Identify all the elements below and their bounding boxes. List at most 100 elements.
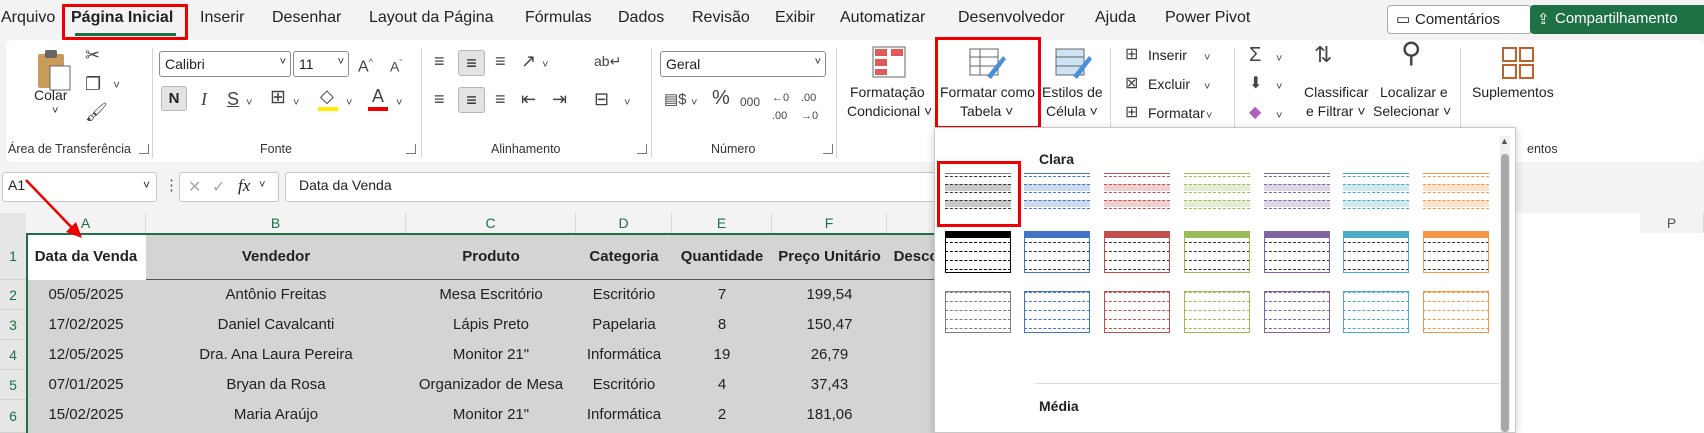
table-cell[interactable]: 12/05/2025 — [26, 340, 146, 370]
insert-function-icon[interactable]: fx — [238, 176, 250, 196]
table-cell[interactable]: 181,06 — [772, 400, 887, 430]
copy-icon[interactable]: ❐ — [85, 75, 101, 93]
delete-cells-label[interactable]: Excluir — [1148, 75, 1190, 94]
chevron-down-icon[interactable]: ˅ — [1276, 78, 1282, 96]
sort-filter-icon[interactable]: ⇅ — [1314, 44, 1332, 66]
borders-icon[interactable]: ⊞ — [270, 88, 286, 107]
table-style-thumbnail[interactable] — [1020, 170, 1092, 220]
table-cell[interactable]: Maria Araújo — [146, 400, 406, 430]
clear-icon[interactable]: ◆ — [1249, 104, 1261, 122]
align-left-icon[interactable]: ≡ — [434, 90, 445, 108]
chevron-down-icon[interactable]: ˅ — [396, 94, 402, 112]
table-header-cell[interactable]: Preço Unitário — [772, 233, 887, 280]
comments-button[interactable]: ▭ Comentários — [1387, 5, 1532, 34]
table-cell[interactable]: Organizador de Mesa — [406, 370, 576, 400]
tab-exibir[interactable]: Exibir — [775, 9, 815, 27]
wrap-text-icon[interactable]: ab↵ — [594, 52, 621, 70]
table-style-thumbnail[interactable] — [1180, 288, 1252, 338]
conditional-label-1[interactable]: Formatação — [850, 83, 925, 102]
formula-input[interactable]: Data da Venda — [285, 172, 1020, 202]
currency-icon[interactable]: ▤$ — [664, 91, 687, 109]
column-header[interactable]: D — [576, 213, 672, 233]
format-painter-icon[interactable]: 🖌 — [85, 103, 108, 121]
table-style-thumbnail[interactable] — [941, 228, 1013, 278]
tab-automatizar[interactable]: Automatizar — [840, 9, 925, 27]
table-style-thumbnail[interactable] — [1419, 170, 1491, 220]
row-header[interactable]: 2 — [0, 280, 26, 310]
gallery-scrollbar[interactable]: ▲ — [1500, 136, 1510, 432]
table-style-thumbnail[interactable] — [941, 288, 1013, 338]
insert-cells-label[interactable]: Inserir — [1148, 46, 1187, 65]
table-cell[interactable]: Escritório — [576, 370, 672, 400]
table-header-cell[interactable]: Produto — [406, 233, 576, 280]
table-cell[interactable]: Mesa Escritório — [406, 280, 576, 310]
align-right-icon[interactable]: ≡ — [495, 90, 506, 108]
table-cell[interactable]: 26,79 — [772, 340, 887, 370]
merge-center-icon[interactable]: ⊟ — [594, 90, 609, 108]
scrollbar-thumb[interactable] — [1501, 154, 1509, 432]
cancel-icon[interactable]: ✕ — [188, 177, 201, 197]
table-style-thumbnail[interactable] — [1020, 288, 1092, 338]
clipboard-launcher-icon[interactable] — [139, 144, 149, 154]
table-style-thumbnail[interactable] — [1339, 170, 1411, 220]
column-header[interactable]: E — [672, 213, 772, 233]
thousands-button[interactable]: 000 — [740, 93, 760, 111]
table-cell[interactable]: 37,43 — [772, 370, 887, 400]
fill-color-icon[interactable]: ◇ — [320, 87, 334, 105]
enter-icon[interactable]: ✓ — [212, 177, 225, 197]
table-cell[interactable]: 17/02/2025 — [26, 310, 146, 340]
chevron-down-icon[interactable]: ˅ — [691, 94, 697, 112]
table-style-thumbnail[interactable] — [1100, 288, 1172, 338]
tab-arquivo[interactable]: Arquivo — [1, 9, 55, 27]
increase-decimal-icon[interactable]: ←0.00 — [772, 89, 789, 125]
table-cell[interactable]: 05/05/2025 — [26, 280, 146, 310]
table-cell[interactable]: 19 — [672, 340, 772, 370]
sort-filter-label-1[interactable]: Classificar — [1304, 83, 1369, 102]
bold-button[interactable]: N — [161, 86, 187, 111]
autosum-icon[interactable]: Σ — [1249, 45, 1261, 65]
table-cell[interactable]: Informática — [576, 340, 672, 370]
find-select-label-1[interactable]: Localizar e — [1380, 83, 1448, 102]
table-cell[interactable]: 07/01/2025 — [26, 370, 146, 400]
chevron-down-icon[interactable]: ˅ — [246, 94, 252, 112]
percent-button[interactable]: % — [712, 88, 730, 108]
tab-desenvolvedor[interactable]: Desenvolvedor — [958, 9, 1065, 27]
align-top-icon[interactable]: ≡ — [434, 52, 445, 70]
table-style-thumbnail[interactable] — [1260, 288, 1332, 338]
table-style-thumbnail[interactable] — [1419, 288, 1491, 338]
chevron-down-icon[interactable]: ˅ — [542, 56, 548, 74]
conditional-formatting-icon[interactable] — [872, 46, 906, 80]
sort-filter-label-2[interactable]: e Filtrar ˅ — [1306, 102, 1366, 121]
cell-styles-label-1[interactable]: Estilos de — [1042, 83, 1103, 102]
conditional-label-2[interactable]: Condicional ˅ — [847, 102, 932, 121]
decrease-font-icon[interactable]: Aˇ — [390, 54, 402, 76]
tab-formulas[interactable]: Fórmulas — [525, 9, 592, 27]
table-style-thumbnail[interactable] — [1180, 170, 1252, 220]
table-cell[interactable]: 4 — [672, 370, 772, 400]
tab-layout[interactable]: Layout da Página — [369, 9, 494, 27]
table-style-thumbnail[interactable] — [1100, 228, 1172, 278]
addins-label[interactable]: Suplementos — [1472, 83, 1554, 102]
chevron-down-icon[interactable]: ˅ — [1204, 78, 1210, 96]
delete-cells-icon[interactable]: ⊠ — [1125, 75, 1138, 93]
tab-revisao[interactable]: Revisão — [692, 9, 750, 27]
font-color-icon[interactable]: A — [372, 87, 384, 105]
table-cell[interactable]: Escritório — [576, 280, 672, 310]
cut-icon[interactable]: ✂ — [85, 46, 100, 64]
format-cells-icon[interactable]: ⊞ — [1125, 104, 1138, 122]
align-middle-icon[interactable]: ≡ — [458, 50, 485, 76]
font-launcher-icon[interactable] — [406, 144, 416, 154]
copy-dropdown-chevron-icon[interactable]: ˅ — [113, 76, 120, 94]
table-cell[interactable]: Monitor 21" — [406, 340, 576, 370]
tab-inserir[interactable]: Inserir — [200, 9, 244, 27]
row-header[interactable]: 3 — [0, 310, 26, 340]
find-select-icon[interactable]: ⚲ — [1401, 39, 1422, 67]
table-cell[interactable]: Monitor 21" — [406, 400, 576, 430]
tab-dados[interactable]: Dados — [618, 9, 664, 27]
find-select-label-2[interactable]: Selecionar ˅ — [1373, 102, 1451, 121]
chevron-down-icon[interactable]: ˅ — [346, 94, 352, 112]
table-cell[interactable]: 15/02/2025 — [26, 400, 146, 430]
table-cell[interactable]: 2 — [672, 400, 772, 430]
chevron-down-icon[interactable]: ˅ — [259, 179, 265, 191]
decrease-indent-icon[interactable]: ⇤ — [521, 90, 536, 108]
